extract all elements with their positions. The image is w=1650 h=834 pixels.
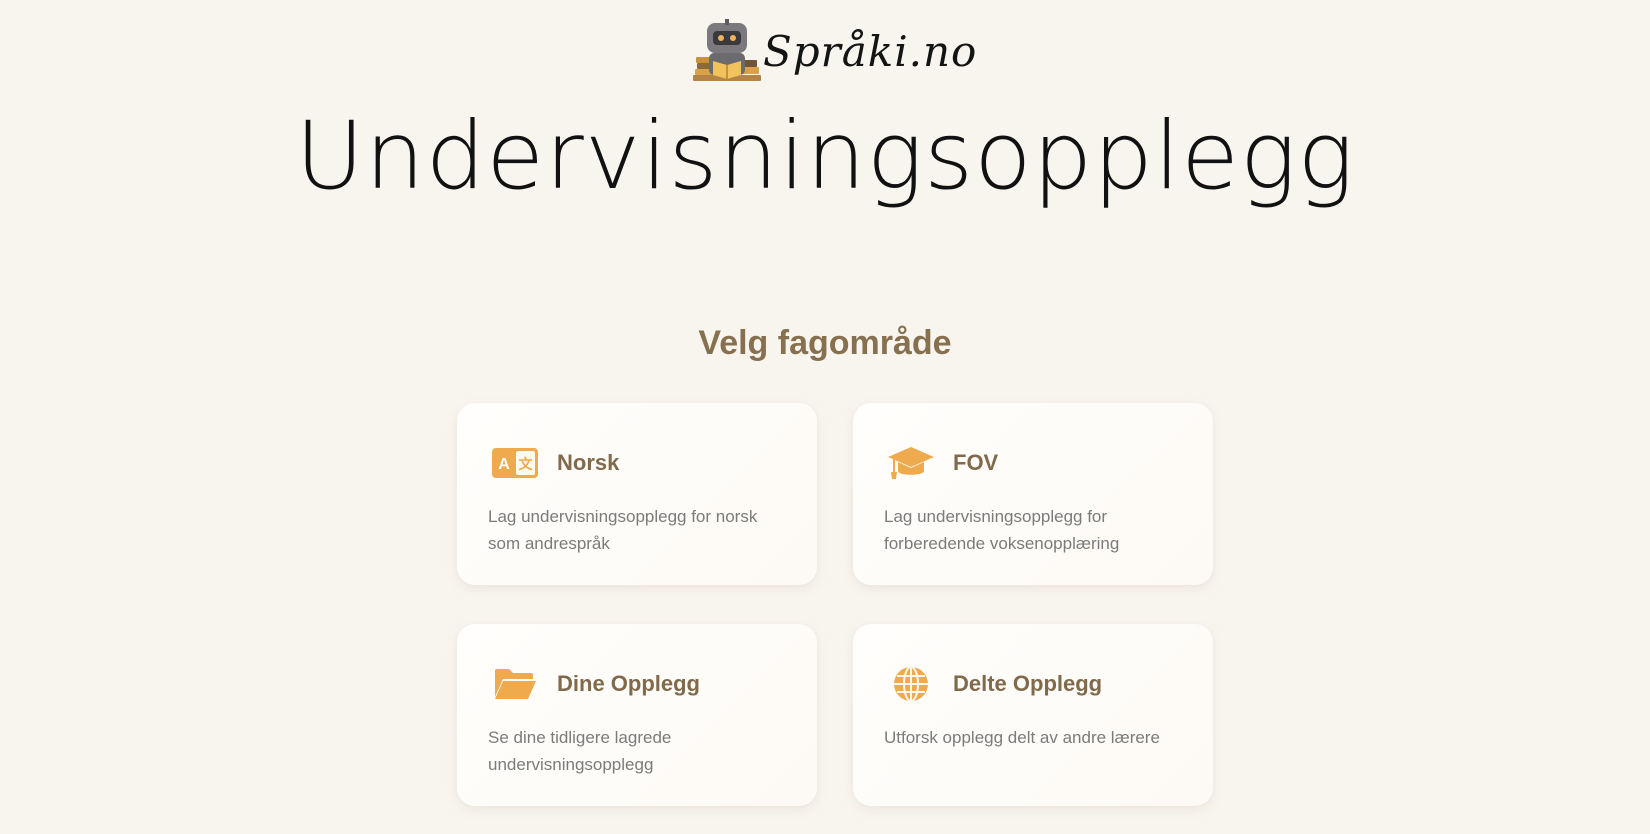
card-description: Se dine tidligere lagrede undervisningso…	[488, 728, 672, 774]
language-translate-icon: A 文	[491, 443, 539, 483]
card-header: Delte Opplegg	[887, 664, 1102, 704]
card-title: FOV	[953, 450, 999, 475]
logo-text: Språki.no	[763, 26, 978, 76]
graduation-cap-icon	[887, 443, 935, 483]
card-norsk[interactable]: A 文 Norsk Lag undervisningsopplegg for n…	[457, 403, 817, 585]
card-header: A 文 Norsk	[491, 443, 619, 483]
folder-open-icon	[491, 664, 539, 704]
page: Språki.no Undervisningsopplegg Velg fago…	[0, 0, 1650, 834]
page-title: Undervisningsopplegg	[295, 102, 1355, 211]
card-fov[interactable]: FOV Lag undervisningsopplegg for forbere…	[853, 403, 1213, 585]
svg-text:文: 文	[519, 456, 534, 473]
card-description: Utforsk opplegg delt av andre lærere	[884, 728, 1160, 747]
card-description: Lag undervisningsopplegg for norsk som a…	[488, 507, 758, 553]
card-title: Delte Opplegg	[953, 671, 1103, 696]
card-header: Dine Opplegg	[491, 664, 700, 704]
card-header: FOV	[887, 443, 998, 483]
svg-text:A: A	[498, 456, 510, 473]
section-title: Velg fagområde	[698, 324, 952, 362]
card-description: Lag undervisningsopplegg for forberedend…	[884, 507, 1120, 553]
globe-icon	[887, 664, 935, 704]
robot-mascot-icon	[693, 19, 761, 81]
card-title: Norsk	[557, 450, 620, 475]
site-logo[interactable]: Språki.no	[693, 18, 977, 84]
card-title: Dine Opplegg	[557, 671, 700, 696]
card-delte-opplegg[interactable]: Delte Opplegg Utforsk opplegg delt av an…	[853, 624, 1213, 806]
card-dine-opplegg[interactable]: Dine Opplegg Se dine tidligere lagrede u…	[457, 624, 817, 806]
